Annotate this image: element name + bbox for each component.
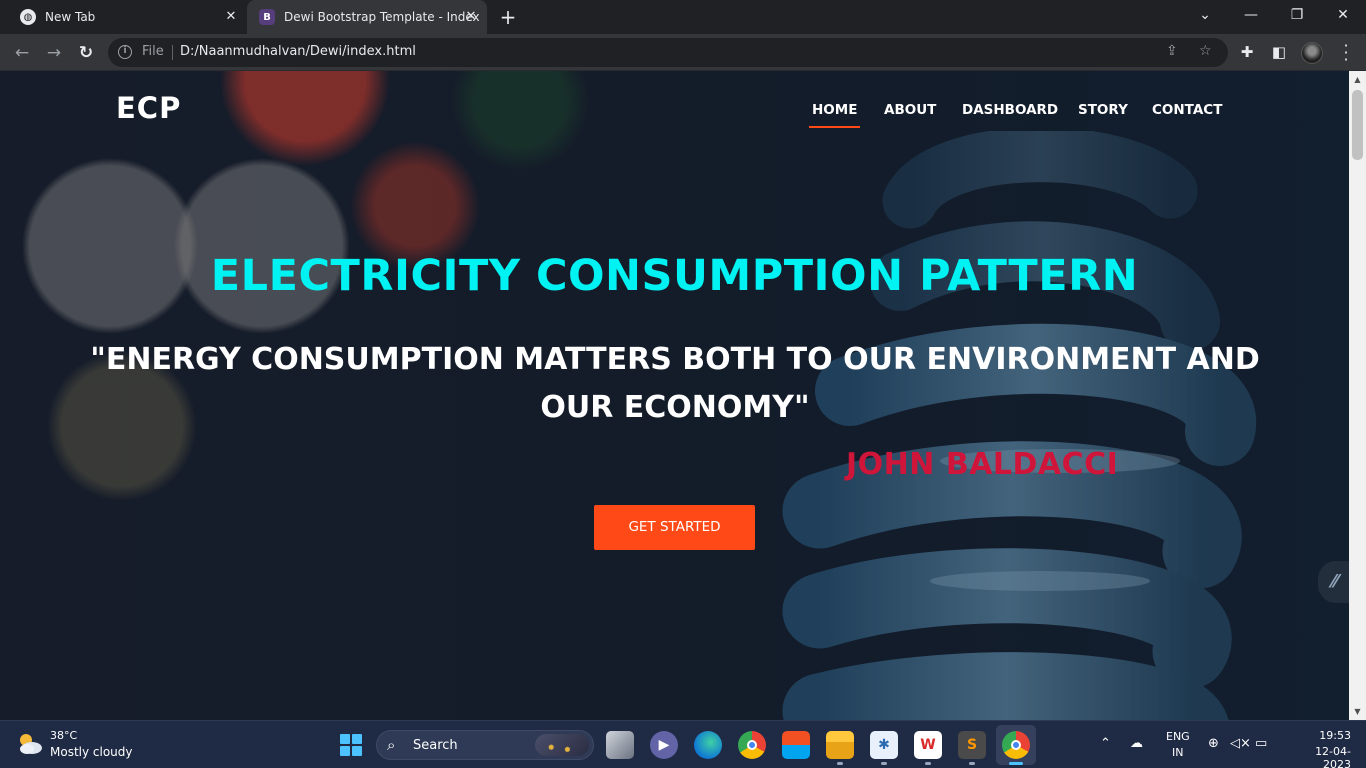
floating-widget-icon[interactable]: ⁄⁄ (1318, 561, 1349, 603)
get-started-button[interactable]: GET STARTED (594, 505, 755, 550)
language-region[interactable]: IN (1172, 746, 1183, 759)
back-arrow-icon[interactable]: ← (11, 42, 33, 64)
hero-author: JOHN BALDACCI (846, 447, 1119, 482)
new-tab-button[interactable]: + (498, 7, 518, 27)
hero-quote: "ENERGY CONSUMPTION MATTERS BOTH TO OUR … (90, 342, 1260, 425)
profile-avatar[interactable] (1301, 42, 1323, 64)
clock-date[interactable]: 12-04-2023 (1288, 745, 1351, 768)
side-panel-icon[interactable]: ◧ (1269, 43, 1289, 61)
taskbar-search[interactable]: ⌕ Search (376, 730, 594, 760)
running-indicator (881, 762, 887, 765)
windows-start-icon[interactable] (340, 734, 362, 756)
tab-dewi-template[interactable]: B Dewi Bootstrap Template - Index ✕ (247, 0, 487, 34)
speaker-muted-icon[interactable]: ◁× (1230, 736, 1251, 751)
url-text[interactable]: D:/Naanmudhalvan/Dewi/index.html (180, 44, 416, 59)
browser-menu-icon[interactable]: · · · (1340, 38, 1352, 68)
microsoft-store-icon[interactable] (782, 731, 810, 759)
address-bar[interactable]: i File D:/Naanmudhalvan/Dewi/index.html … (108, 38, 1228, 67)
running-indicator (837, 762, 843, 765)
tab-new-tab[interactable]: ◍ New Tab ✕ (12, 0, 247, 34)
bootstrap-icon: B (259, 9, 275, 25)
reload-icon[interactable]: ↻ (75, 42, 97, 64)
share-icon[interactable]: ⇪ (1166, 43, 1178, 59)
language-code[interactable]: ENG (1166, 730, 1190, 743)
active-app-indicator (1009, 762, 1023, 765)
extensions-puzzle-icon[interactable]: ✚ (1237, 43, 1257, 61)
site-logo[interactable]: ECP (116, 91, 181, 125)
nav-contact[interactable]: CONTACT (1152, 102, 1222, 118)
tab-strip: ◍ New Tab ✕ B Dewi Bootstrap Template - … (0, 0, 1366, 34)
hero-title: ELECTRICITY CONSUMPTION PATTERN (210, 251, 1139, 301)
teams-chat-icon[interactable]: ▶ (650, 731, 678, 759)
weather-description[interactable]: Mostly cloudy (50, 745, 133, 759)
running-indicator (925, 762, 931, 765)
tab-title: Dewi Bootstrap Template - Index (284, 10, 480, 24)
nav-about[interactable]: ABOUT (884, 102, 936, 118)
chrome-profile-icon[interactable] (1002, 731, 1030, 759)
close-tab-icon[interactable]: ✕ (223, 9, 239, 25)
address-separator (172, 45, 173, 60)
chrome-icon[interactable] (738, 731, 766, 759)
scroll-up-arrow-icon[interactable]: ▲ (1349, 71, 1366, 88)
restore-button[interactable]: ❐ (1274, 0, 1320, 30)
snipping-tool-icon[interactable]: ✱ (870, 731, 898, 759)
scheme-label: File (142, 44, 164, 59)
close-tab-icon[interactable]: ✕ (463, 9, 479, 25)
search-highlight-art (535, 734, 589, 756)
wps-office-icon[interactable]: W (914, 731, 942, 759)
weather-temperature[interactable]: 38°C (50, 729, 77, 742)
windows-taskbar: 38°C Mostly cloudy ⌕ Search ▶ ✱ W S ⌃ ☁ … (0, 720, 1366, 768)
page-viewport: ECP HOME ABOUT DASHBOARD STORY CONTACT E… (0, 71, 1349, 720)
nav-story[interactable]: STORY (1078, 102, 1128, 118)
minimize-button[interactable]: — (1228, 0, 1274, 30)
globe-icon: ◍ (20, 9, 36, 25)
partly-cloudy-icon[interactable] (16, 731, 44, 757)
edge-icon[interactable] (694, 731, 722, 759)
search-label: Search (413, 738, 458, 753)
page-scrollbar[interactable]: ▲ ▼ (1349, 71, 1366, 720)
running-indicator (969, 762, 975, 765)
sublime-text-icon[interactable]: S (958, 731, 986, 759)
tab-search-icon[interactable]: ⌄ (1182, 0, 1228, 30)
onedrive-cloud-icon[interactable]: ☁ (1130, 736, 1143, 751)
chevron-up-icon[interactable]: ⌃ (1100, 736, 1111, 751)
task-view-icon[interactable] (606, 731, 634, 759)
nav-dashboard[interactable]: DASHBOARD (962, 102, 1058, 118)
scroll-down-arrow-icon[interactable]: ▼ (1349, 703, 1366, 720)
file-explorer-icon[interactable] (826, 731, 854, 759)
forward-arrow-icon[interactable]: → (43, 42, 65, 64)
site-info-icon[interactable]: i (118, 45, 132, 59)
scroll-thumb[interactable] (1352, 90, 1363, 160)
close-window-button[interactable]: ✕ (1320, 0, 1366, 30)
search-icon: ⌕ (387, 736, 396, 754)
tab-title: New Tab (45, 10, 96, 24)
bookmark-star-icon[interactable]: ☆ (1199, 43, 1212, 59)
network-globe-icon[interactable]: ⊕ (1208, 736, 1219, 751)
battery-icon[interactable]: ▭ (1255, 736, 1267, 751)
browser-toolbar: ← → ↻ i File D:/Naanmudhalvan/Dewi/index… (0, 34, 1366, 71)
nav-home[interactable]: HOME (808, 102, 861, 128)
clock-time[interactable]: 19:53 (1296, 729, 1351, 742)
